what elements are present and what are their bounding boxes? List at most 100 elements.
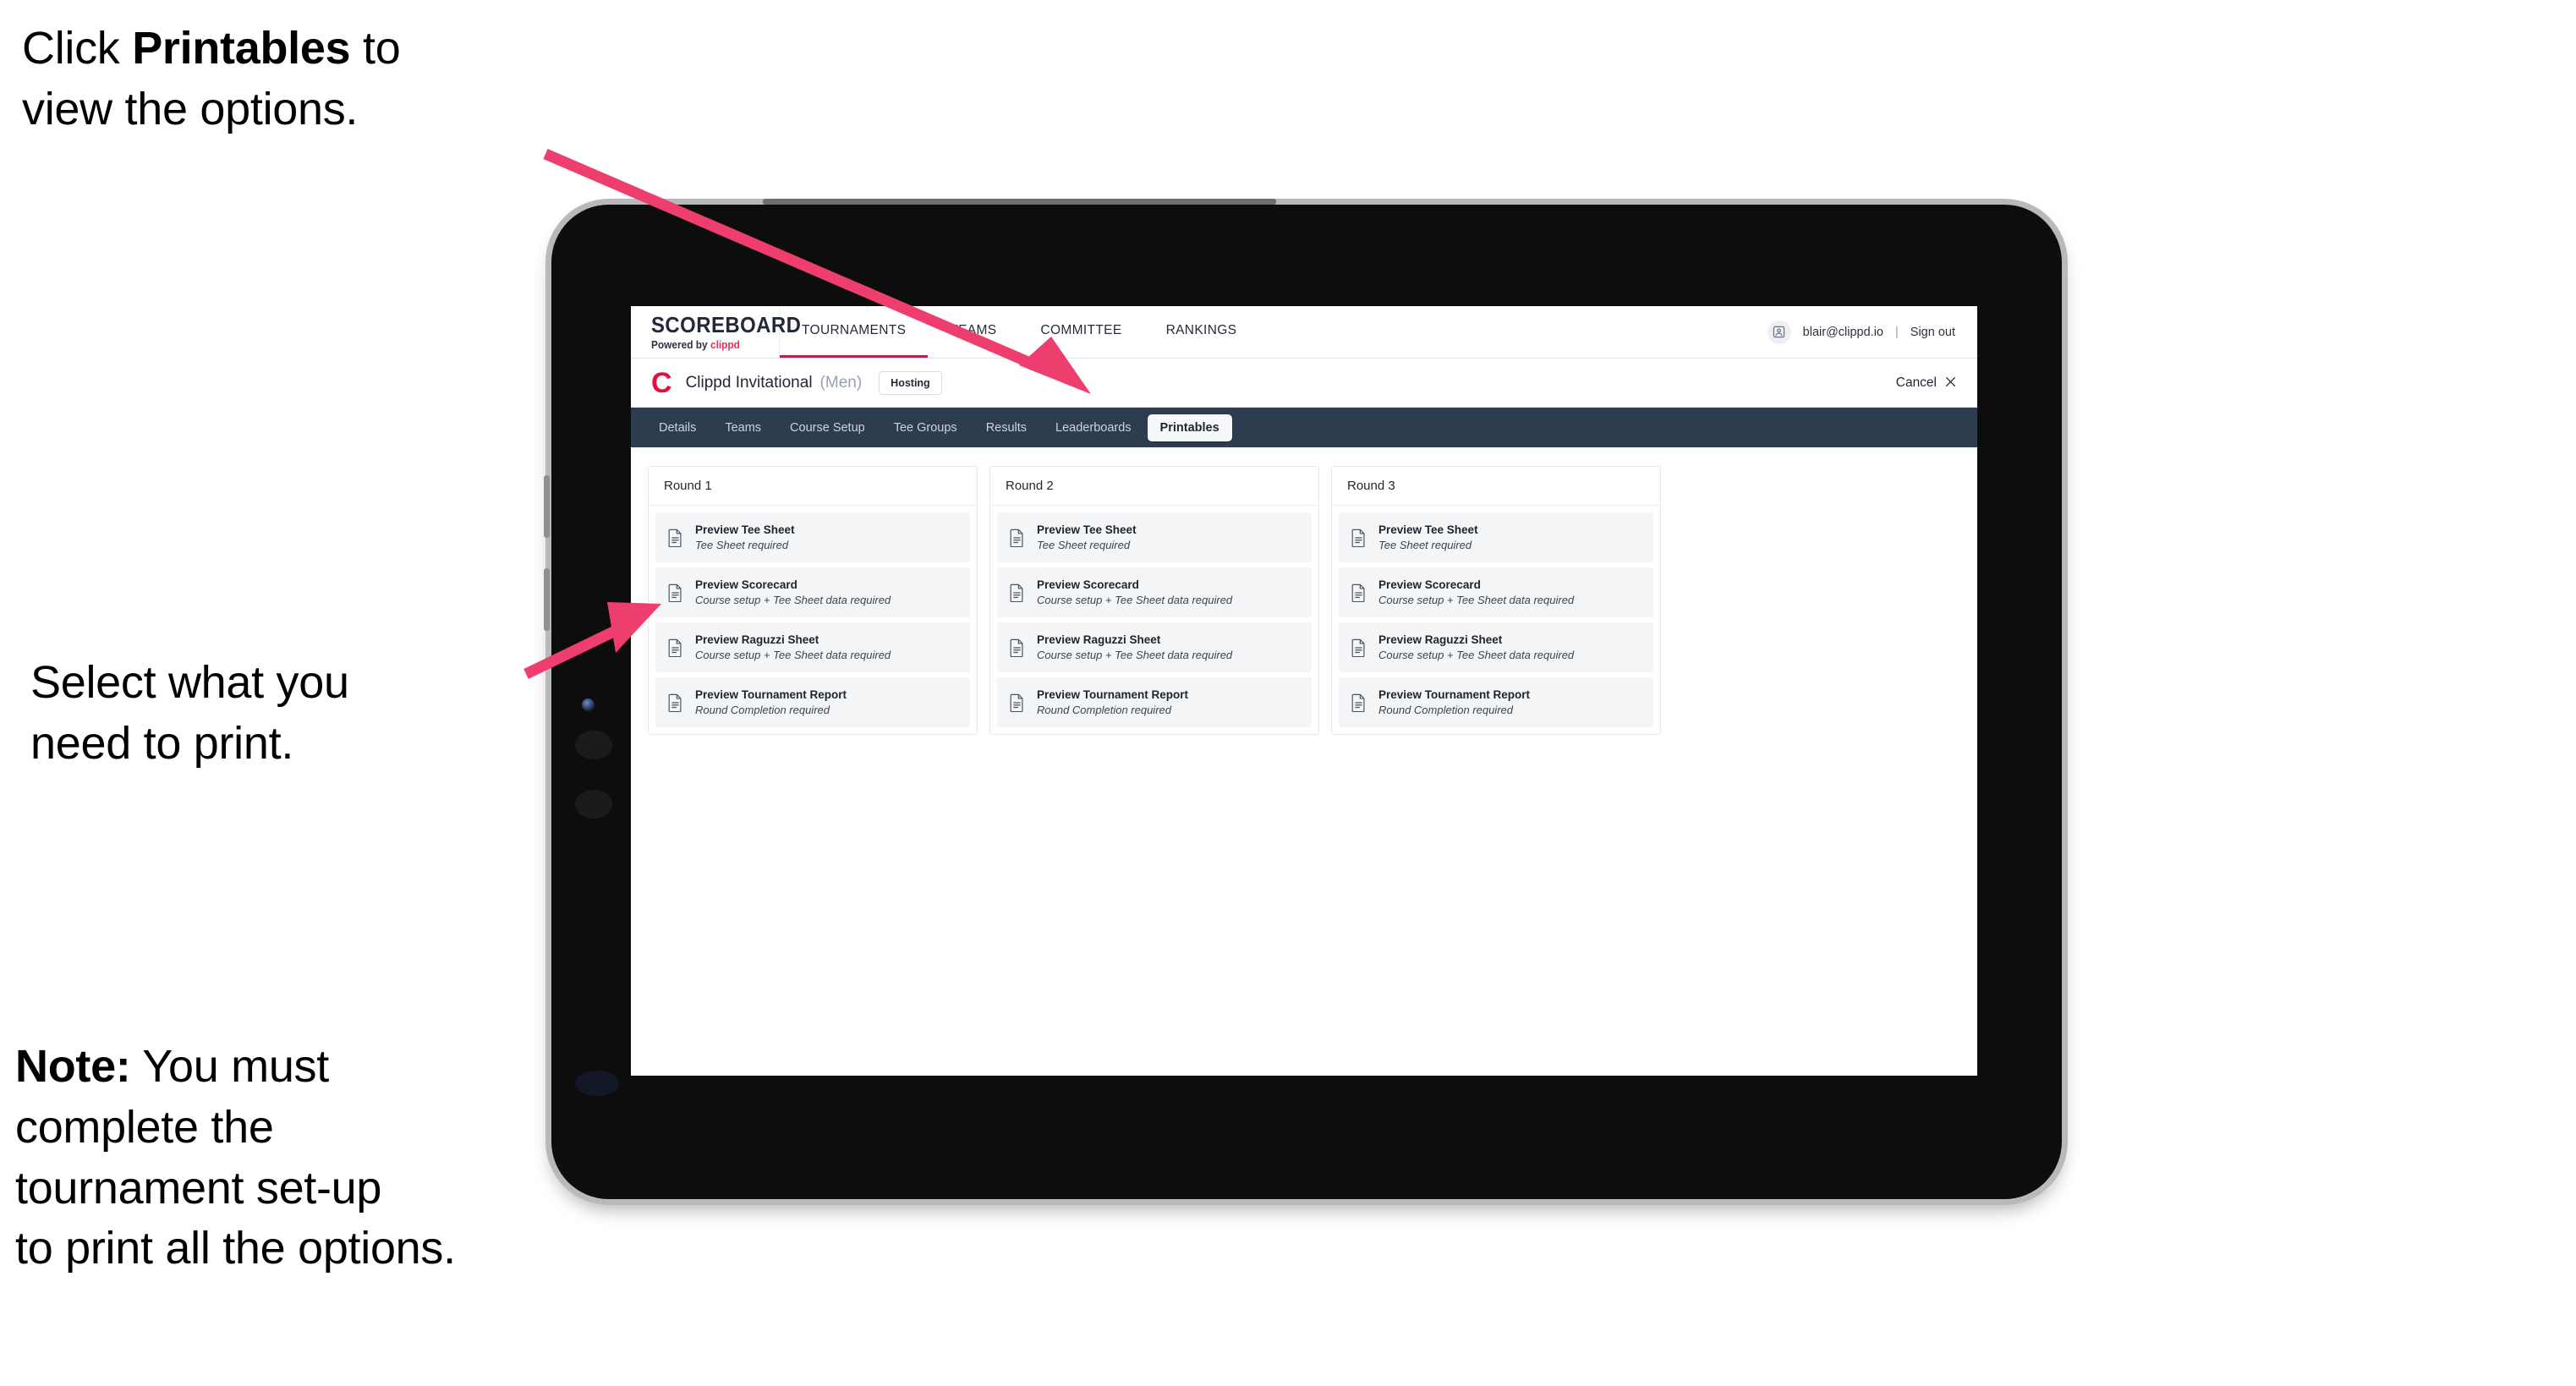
cancel-button[interactable]: Cancel [1896,375,1957,391]
printable-subtitle: Course setup + Tee Sheet data required [1037,594,1233,606]
tab-tee-groups-label: Tee Groups [893,420,957,435]
round-heading: Round 3 [1332,467,1660,506]
printable-subtitle: Course setup + Tee Sheet data required [1037,649,1233,661]
logo-brand-clippd: clippd [710,338,740,351]
document-icon [1351,693,1367,712]
printable-subtitle: Round Completion required [1378,704,1513,716]
tab-leaderboards[interactable]: Leaderboards [1043,414,1144,441]
printable-subtitle: Course setup + Tee Sheet data required [1378,594,1575,606]
printable-title: Preview Raguzzi Sheet [695,633,819,646]
nav-item-teams[interactable]: TEAMS [928,306,1018,358]
document-icon [667,693,683,712]
cancel-button-label: Cancel [1895,375,1937,390]
printable-row-text: Preview Tee Sheet Tee Sheet required [1037,523,1137,551]
tab-details-label: Details [659,420,697,435]
printable-row-scorecard[interactable]: Preview Scorecard Course setup + Tee She… [1339,567,1653,617]
printable-row-tournament-report[interactable]: Preview Tournament Report Round Completi… [997,677,1312,727]
printable-subtitle: Round Completion required [695,704,830,716]
printable-subtitle: Tee Sheet required [695,539,789,551]
round-column: Round 2 Preview Tee Sheet Tee Sheet requ… [989,466,1319,735]
printable-row-tee-sheet[interactable]: Preview Tee Sheet Tee Sheet required [655,512,970,562]
printable-row-text: Preview Tournament Report Round Completi… [1378,688,1530,716]
printable-title: Preview Tee Sheet [695,523,795,536]
hosting-badge[interactable]: Hosting [879,370,942,395]
document-icon [1009,583,1025,602]
tablet-bezel-sensor-1 [575,731,612,759]
user-separator: | [1895,325,1899,339]
annotation-note-label: Note: [15,1041,131,1092]
document-icon [667,638,683,657]
tablet-screen: SCOREBOARD Powered by clippd TOURNAMENTS… [631,306,1977,1076]
close-icon [1944,375,1957,391]
logo-wordmark: SCOREBOARD [651,311,802,337]
nav-item-teams-label: TEAMS [950,323,997,337]
round-items: Preview Tee Sheet Tee Sheet required Pre… [649,506,977,734]
round-column: Round 3 Preview Tee Sheet Tee Sheet requ… [1331,466,1661,735]
tablet-top-speaker-strip [763,199,1277,205]
printable-title: Preview Tee Sheet [1378,523,1478,536]
tab-printables-label: Printables [1159,420,1219,435]
printable-row-scorecard[interactable]: Preview Scorecard Course setup + Tee She… [997,567,1312,617]
tournament-gender: (Men) [819,373,863,392]
nav-item-rankings-label: RANKINGS [1165,323,1237,337]
screenshot-canvas: Click Printables to view the options. Se… [0,0,2576,1386]
printable-row-tournament-report[interactable]: Preview Tournament Report Round Completi… [655,677,970,727]
printable-row-text: Preview Raguzzi Sheet Course setup + Tee… [1378,633,1574,661]
printable-row-tee-sheet[interactable]: Preview Tee Sheet Tee Sheet required [997,512,1312,562]
printable-row-scorecard[interactable]: Preview Scorecard Course setup + Tee She… [655,567,970,617]
nav-item-tournaments[interactable]: TOURNAMENTS [780,306,929,358]
printable-row-raguzzi-sheet[interactable]: Preview Raguzzi Sheet Course setup + Tee… [1339,622,1653,672]
tab-course-setup[interactable]: Course Setup [777,414,878,441]
rounds-columns: Round 1 Preview Tee Sheet Tee Sheet requ… [648,466,1960,735]
printable-row-text: Preview Scorecard Course setup + Tee She… [695,578,891,606]
round-heading: Round 2 [990,467,1318,506]
printable-row-text: Preview Tee Sheet Tee Sheet required [695,523,795,551]
tournament-sub-navigation: Details Teams Course Setup Tee Groups Re… [631,408,1977,447]
printable-row-tournament-report[interactable]: Preview Tournament Report Round Completi… [1339,677,1653,727]
printable-subtitle: Tee Sheet required [1378,539,1472,551]
printable-title: Preview Tournament Report [695,688,847,701]
printable-row-tee-sheet[interactable]: Preview Tee Sheet Tee Sheet required [1339,512,1653,562]
tablet-volume-up-button[interactable] [544,475,550,538]
nav-item-rankings[interactable]: RANKINGS [1144,306,1259,358]
printable-title: Preview Tournament Report [1378,688,1531,701]
printable-row-raguzzi-sheet[interactable]: Preview Raguzzi Sheet Course setup + Tee… [997,622,1312,672]
tournament-name: Clippd Invitational [685,373,813,392]
printable-row-raguzzi-sheet[interactable]: Preview Raguzzi Sheet Course setup + Tee… [655,622,970,672]
document-icon [1009,693,1025,712]
user-avatar-icon[interactable] [1767,320,1791,344]
tournament-header-bar: C Clippd Invitational (Men) Hosting Canc… [631,359,1977,408]
tablet-front-camera-icon [582,698,595,711]
printable-subtitle: Course setup + Tee Sheet data required [1378,649,1575,661]
tab-tee-groups[interactable]: Tee Groups [881,414,970,441]
printable-title: Preview Tournament Report [1037,688,1189,701]
printable-title: Preview Scorecard [1378,578,1481,591]
nav-item-committee-label: COMMITTEE [1040,323,1122,337]
tablet-bezel-sensor-2 [575,790,612,819]
tab-results[interactable]: Results [973,414,1039,441]
tab-leaderboards-label: Leaderboards [1055,420,1132,435]
nav-item-committee[interactable]: COMMITTEE [1018,306,1143,358]
annotation-click-bold: Printables [132,23,351,74]
tab-teams[interactable]: Teams [712,414,774,441]
printable-title: Preview Raguzzi Sheet [1037,633,1161,646]
document-icon [667,583,683,602]
primary-nav: TOURNAMENTS TEAMS COMMITTEE RANKINGS [780,306,1258,358]
app-top-navigation-bar: SCOREBOARD Powered by clippd TOURNAMENTS… [631,306,1977,359]
printable-row-text: Preview Tournament Report Round Completi… [1037,688,1188,716]
round-items: Preview Tee Sheet Tee Sheet required Pre… [1332,506,1660,734]
annotation-click-printables: Click Printables to view the options. [22,19,580,140]
annotation-select-print: Select what you need to print. [30,657,349,769]
sign-out-link[interactable]: Sign out [1910,326,1955,339]
annotation-click-prefix: Click [22,23,133,74]
nav-item-tournaments-label: TOURNAMENTS [802,323,907,337]
tab-details[interactable]: Details [646,414,709,441]
tab-printables[interactable]: Printables [1147,414,1232,441]
printable-subtitle: Tee Sheet required [1037,539,1131,551]
tab-course-setup-label: Course Setup [790,420,865,435]
printable-row-text: Preview Raguzzi Sheet Course setup + Tee… [695,633,891,661]
document-icon [1009,529,1025,547]
tablet-volume-down-button[interactable] [544,568,550,631]
scoreboard-logo[interactable]: SCOREBOARD Powered by clippd [631,306,802,358]
